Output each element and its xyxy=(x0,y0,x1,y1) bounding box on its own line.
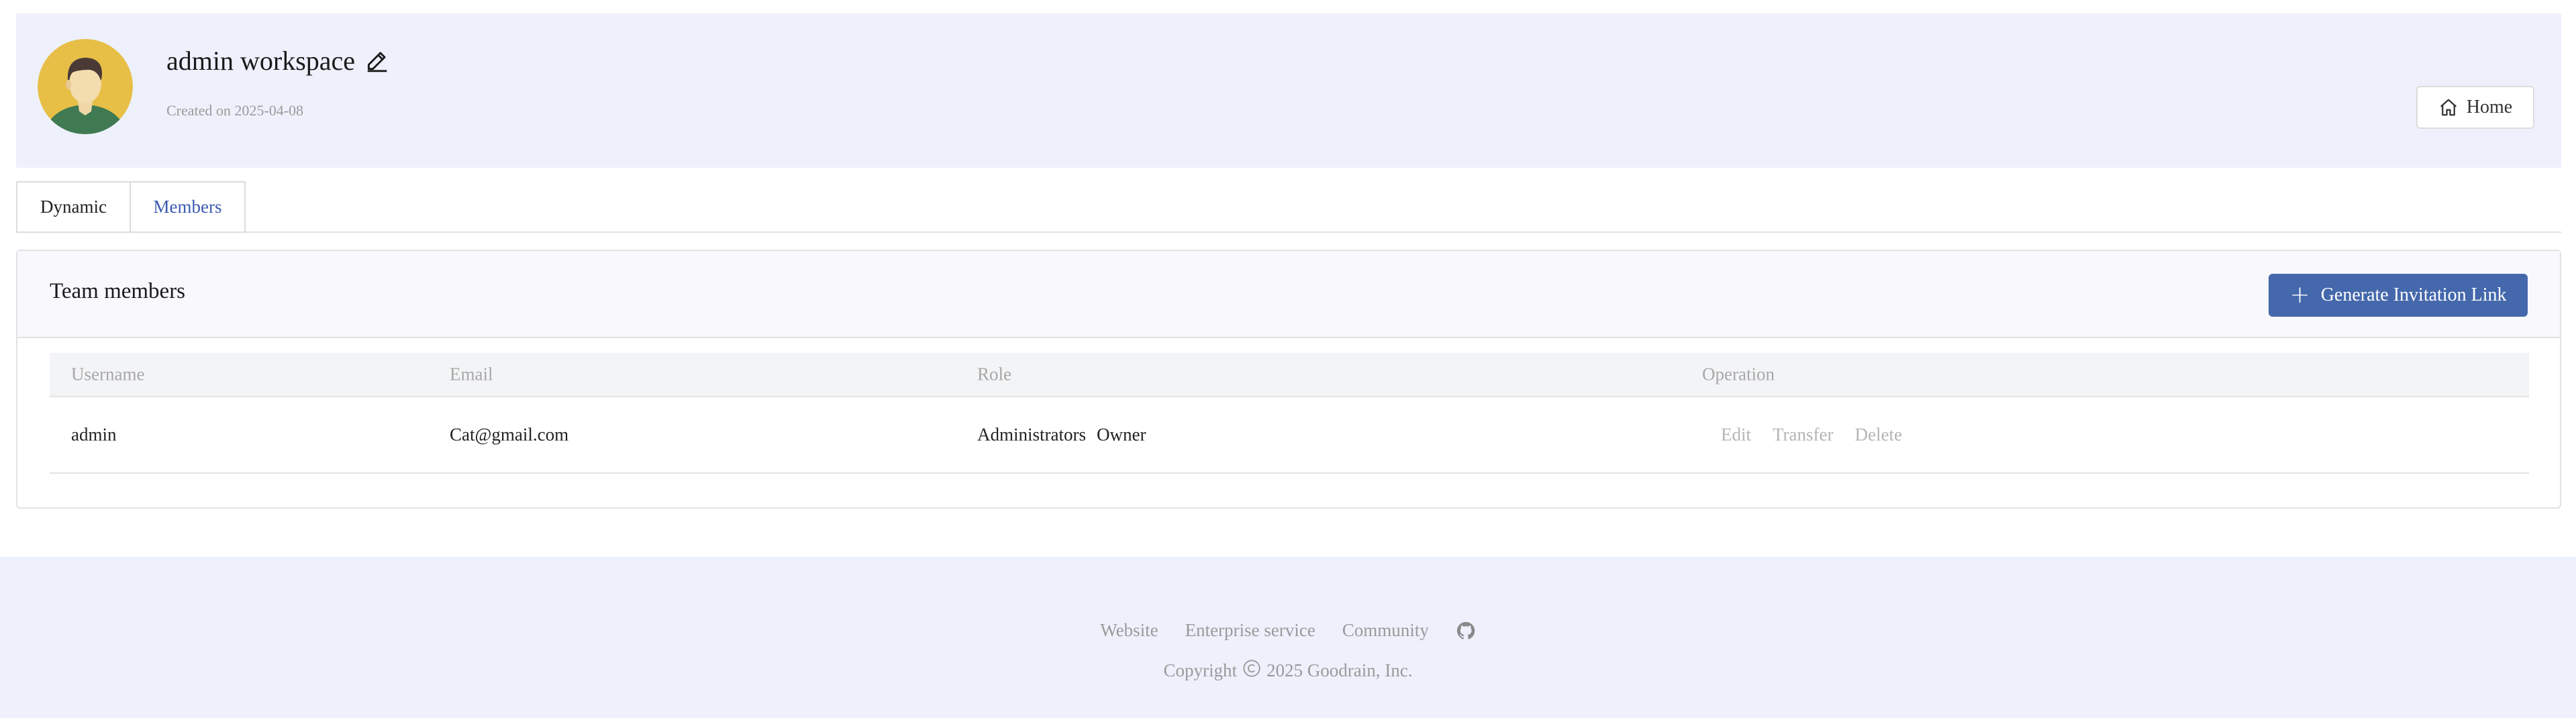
workspace-name: admin workspace xyxy=(166,45,356,76)
footer-link-website[interactable]: Website xyxy=(1100,620,1158,641)
edit-icon[interactable] xyxy=(364,48,390,73)
table-row: admin Cat@gmail.com Administrators Owner… xyxy=(50,397,2529,474)
column-header-role: Role xyxy=(977,364,1011,384)
github-icon[interactable] xyxy=(1456,621,1476,641)
username-cell: admin xyxy=(71,424,117,445)
column-header-operation: Operation xyxy=(1702,364,1775,384)
footer-link-enterprise-service[interactable]: Enterprise service xyxy=(1185,620,1316,641)
copyright-prefix: Copyright xyxy=(1163,660,1238,680)
team-members-panel: Team members + Generate Invitation Link … xyxy=(16,250,2561,509)
column-header-username: Username xyxy=(71,364,145,384)
footer-link-community[interactable]: Community xyxy=(1342,620,1429,641)
copyright: Copyright 2025 Goodrain, Inc. xyxy=(0,659,2576,682)
tab-bar: Dynamic Members xyxy=(16,181,2561,233)
panel-header: Team members + Generate Invitation Link xyxy=(17,251,2560,338)
created-date: Created on 2025-04-08 xyxy=(166,102,304,119)
copyright-icon xyxy=(1242,659,1261,682)
members-table: Username Email Role Operation admin Cat@… xyxy=(50,353,2529,474)
generate-invitation-link-button[interactable]: + Generate Invitation Link xyxy=(2269,274,2528,317)
tab-members[interactable]: Members xyxy=(130,181,246,233)
delete-link[interactable]: Delete xyxy=(1855,425,1902,446)
workspace-title: admin workspace xyxy=(166,40,390,81)
plus-icon: + xyxy=(2289,281,2310,309)
column-header-email: Email xyxy=(450,364,493,384)
home-icon xyxy=(2440,99,2457,116)
role-cell: Administrators Owner xyxy=(977,425,1146,446)
transfer-link[interactable]: Transfer xyxy=(1773,425,1834,446)
footer-links: Website Enterprise service Community xyxy=(0,620,2576,641)
workspace-header: admin workspace Created on 2025-04-08 Ho… xyxy=(16,13,2561,168)
copyright-text: 2025 Goodrain, Inc. xyxy=(1267,660,1413,680)
home-button[interactable]: Home xyxy=(2416,86,2534,129)
panel-title: Team members xyxy=(50,279,186,303)
role-tag: Owner xyxy=(1097,424,1146,445)
tab-dynamic[interactable]: Dynamic xyxy=(16,181,131,233)
operation-cell: Edit Transfer Delete xyxy=(1702,425,1902,446)
table-header: Username Email Role Operation xyxy=(50,353,2529,397)
footer: Website Enterprise service Community Cop… xyxy=(0,557,2576,718)
email-cell: Cat@gmail.com xyxy=(450,424,569,445)
edit-link[interactable]: Edit xyxy=(1721,425,1751,446)
home-label: Home xyxy=(2466,97,2513,117)
role-tag: Administrators xyxy=(977,424,1086,445)
avatar xyxy=(38,39,133,134)
generate-invitation-label: Generate Invitation Link xyxy=(2320,285,2507,305)
